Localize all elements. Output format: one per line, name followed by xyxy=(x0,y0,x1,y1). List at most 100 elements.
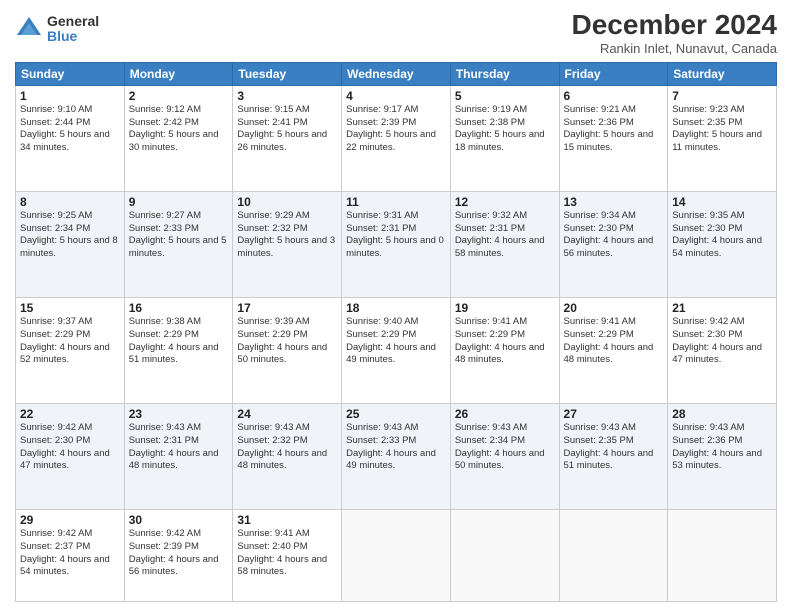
calendar-cell: 1Sunrise: 9:10 AMSunset: 2:44 PMDaylight… xyxy=(16,85,125,191)
calendar-cell: 18Sunrise: 9:40 AMSunset: 2:29 PMDayligh… xyxy=(342,297,451,403)
day-number: 28 xyxy=(672,407,772,421)
day-number: 16 xyxy=(129,301,229,315)
calendar-cell: 10Sunrise: 9:29 AMSunset: 2:32 PMDayligh… xyxy=(233,191,342,297)
day-header-thursday: Thursday xyxy=(450,62,559,85)
day-info: Sunrise: 9:37 AMSunset: 2:29 PMDaylight:… xyxy=(20,316,120,367)
day-info: Sunrise: 9:38 AMSunset: 2:29 PMDaylight:… xyxy=(129,316,229,367)
day-number: 21 xyxy=(672,301,772,315)
calendar-table: SundayMondayTuesdayWednesdayThursdayFrid… xyxy=(15,62,777,602)
calendar-week-row: 1Sunrise: 9:10 AMSunset: 2:44 PMDaylight… xyxy=(16,85,777,191)
logo-general: General xyxy=(47,14,99,29)
day-info: Sunrise: 9:41 AMSunset: 2:40 PMDaylight:… xyxy=(237,528,337,579)
day-number: 19 xyxy=(455,301,555,315)
day-number: 18 xyxy=(346,301,446,315)
day-info: Sunrise: 9:41 AMSunset: 2:29 PMDaylight:… xyxy=(564,316,664,367)
day-info: Sunrise: 9:10 AMSunset: 2:44 PMDaylight:… xyxy=(20,104,120,155)
calendar-cell: 27Sunrise: 9:43 AMSunset: 2:35 PMDayligh… xyxy=(559,403,668,509)
calendar-cell: 21Sunrise: 9:42 AMSunset: 2:30 PMDayligh… xyxy=(668,297,777,403)
day-info: Sunrise: 9:35 AMSunset: 2:30 PMDaylight:… xyxy=(672,210,772,261)
day-info: Sunrise: 9:43 AMSunset: 2:34 PMDaylight:… xyxy=(455,422,555,473)
day-info: Sunrise: 9:42 AMSunset: 2:30 PMDaylight:… xyxy=(672,316,772,367)
day-number: 31 xyxy=(237,513,337,527)
calendar-cell: 11Sunrise: 9:31 AMSunset: 2:31 PMDayligh… xyxy=(342,191,451,297)
day-number: 3 xyxy=(237,89,337,103)
day-header-tuesday: Tuesday xyxy=(233,62,342,85)
day-number: 20 xyxy=(564,301,664,315)
day-info: Sunrise: 9:43 AMSunset: 2:36 PMDaylight:… xyxy=(672,422,772,473)
calendar-cell: 8Sunrise: 9:25 AMSunset: 2:34 PMDaylight… xyxy=(16,191,125,297)
day-number: 7 xyxy=(672,89,772,103)
calendar-cell: 5Sunrise: 9:19 AMSunset: 2:38 PMDaylight… xyxy=(450,85,559,191)
logo-text: General Blue xyxy=(47,14,99,45)
day-info: Sunrise: 9:39 AMSunset: 2:29 PMDaylight:… xyxy=(237,316,337,367)
calendar-week-row: 22Sunrise: 9:42 AMSunset: 2:30 PMDayligh… xyxy=(16,403,777,509)
day-info: Sunrise: 9:15 AMSunset: 2:41 PMDaylight:… xyxy=(237,104,337,155)
day-number: 11 xyxy=(346,195,446,209)
day-info: Sunrise: 9:19 AMSunset: 2:38 PMDaylight:… xyxy=(455,104,555,155)
day-number: 17 xyxy=(237,301,337,315)
day-info: Sunrise: 9:42 AMSunset: 2:39 PMDaylight:… xyxy=(129,528,229,579)
day-info: Sunrise: 9:17 AMSunset: 2:39 PMDaylight:… xyxy=(346,104,446,155)
calendar-cell: 29Sunrise: 9:42 AMSunset: 2:37 PMDayligh… xyxy=(16,510,125,602)
day-info: Sunrise: 9:29 AMSunset: 2:32 PMDaylight:… xyxy=(237,210,337,261)
day-info: Sunrise: 9:43 AMSunset: 2:32 PMDaylight:… xyxy=(237,422,337,473)
page: General Blue December 2024 Rankin Inlet,… xyxy=(0,0,792,612)
day-header-friday: Friday xyxy=(559,62,668,85)
day-header-saturday: Saturday xyxy=(668,62,777,85)
calendar-cell: 30Sunrise: 9:42 AMSunset: 2:39 PMDayligh… xyxy=(124,510,233,602)
calendar-cell: 16Sunrise: 9:38 AMSunset: 2:29 PMDayligh… xyxy=(124,297,233,403)
day-number: 8 xyxy=(20,195,120,209)
day-header-monday: Monday xyxy=(124,62,233,85)
calendar-cell: 4Sunrise: 9:17 AMSunset: 2:39 PMDaylight… xyxy=(342,85,451,191)
header: General Blue December 2024 Rankin Inlet,… xyxy=(15,10,777,56)
day-number: 15 xyxy=(20,301,120,315)
calendar-week-row: 15Sunrise: 9:37 AMSunset: 2:29 PMDayligh… xyxy=(16,297,777,403)
day-number: 9 xyxy=(129,195,229,209)
day-number: 14 xyxy=(672,195,772,209)
day-info: Sunrise: 9:43 AMSunset: 2:33 PMDaylight:… xyxy=(346,422,446,473)
day-number: 12 xyxy=(455,195,555,209)
calendar-cell: 23Sunrise: 9:43 AMSunset: 2:31 PMDayligh… xyxy=(124,403,233,509)
calendar-cell: 20Sunrise: 9:41 AMSunset: 2:29 PMDayligh… xyxy=(559,297,668,403)
day-number: 27 xyxy=(564,407,664,421)
day-number: 25 xyxy=(346,407,446,421)
title-section: December 2024 Rankin Inlet, Nunavut, Can… xyxy=(572,10,777,56)
month-title: December 2024 xyxy=(572,10,777,41)
day-info: Sunrise: 9:40 AMSunset: 2:29 PMDaylight:… xyxy=(346,316,446,367)
calendar-cell: 2Sunrise: 9:12 AMSunset: 2:42 PMDaylight… xyxy=(124,85,233,191)
logo: General Blue xyxy=(15,14,99,45)
day-header-wednesday: Wednesday xyxy=(342,62,451,85)
calendar-cell xyxy=(559,510,668,602)
calendar-cell: 9Sunrise: 9:27 AMSunset: 2:33 PMDaylight… xyxy=(124,191,233,297)
day-info: Sunrise: 9:12 AMSunset: 2:42 PMDaylight:… xyxy=(129,104,229,155)
day-number: 26 xyxy=(455,407,555,421)
calendar-cell: 22Sunrise: 9:42 AMSunset: 2:30 PMDayligh… xyxy=(16,403,125,509)
day-info: Sunrise: 9:23 AMSunset: 2:35 PMDaylight:… xyxy=(672,104,772,155)
day-info: Sunrise: 9:27 AMSunset: 2:33 PMDaylight:… xyxy=(129,210,229,261)
calendar-header-row: SundayMondayTuesdayWednesdayThursdayFrid… xyxy=(16,62,777,85)
day-header-sunday: Sunday xyxy=(16,62,125,85)
logo-blue: Blue xyxy=(47,29,99,44)
day-number: 10 xyxy=(237,195,337,209)
calendar-cell: 13Sunrise: 9:34 AMSunset: 2:30 PMDayligh… xyxy=(559,191,668,297)
calendar-cell: 12Sunrise: 9:32 AMSunset: 2:31 PMDayligh… xyxy=(450,191,559,297)
calendar-cell: 28Sunrise: 9:43 AMSunset: 2:36 PMDayligh… xyxy=(668,403,777,509)
day-number: 13 xyxy=(564,195,664,209)
day-number: 6 xyxy=(564,89,664,103)
day-info: Sunrise: 9:25 AMSunset: 2:34 PMDaylight:… xyxy=(20,210,120,261)
calendar-cell: 25Sunrise: 9:43 AMSunset: 2:33 PMDayligh… xyxy=(342,403,451,509)
calendar-cell: 19Sunrise: 9:41 AMSunset: 2:29 PMDayligh… xyxy=(450,297,559,403)
calendar-cell xyxy=(668,510,777,602)
day-info: Sunrise: 9:42 AMSunset: 2:37 PMDaylight:… xyxy=(20,528,120,579)
day-number: 30 xyxy=(129,513,229,527)
calendar-cell: 3Sunrise: 9:15 AMSunset: 2:41 PMDaylight… xyxy=(233,85,342,191)
calendar-cell: 6Sunrise: 9:21 AMSunset: 2:36 PMDaylight… xyxy=(559,85,668,191)
calendar-week-row: 29Sunrise: 9:42 AMSunset: 2:37 PMDayligh… xyxy=(16,510,777,602)
day-number: 22 xyxy=(20,407,120,421)
calendar-cell: 31Sunrise: 9:41 AMSunset: 2:40 PMDayligh… xyxy=(233,510,342,602)
day-info: Sunrise: 9:32 AMSunset: 2:31 PMDaylight:… xyxy=(455,210,555,261)
day-info: Sunrise: 9:41 AMSunset: 2:29 PMDaylight:… xyxy=(455,316,555,367)
location-subtitle: Rankin Inlet, Nunavut, Canada xyxy=(572,41,777,56)
logo-icon xyxy=(15,15,43,43)
calendar-cell: 15Sunrise: 9:37 AMSunset: 2:29 PMDayligh… xyxy=(16,297,125,403)
